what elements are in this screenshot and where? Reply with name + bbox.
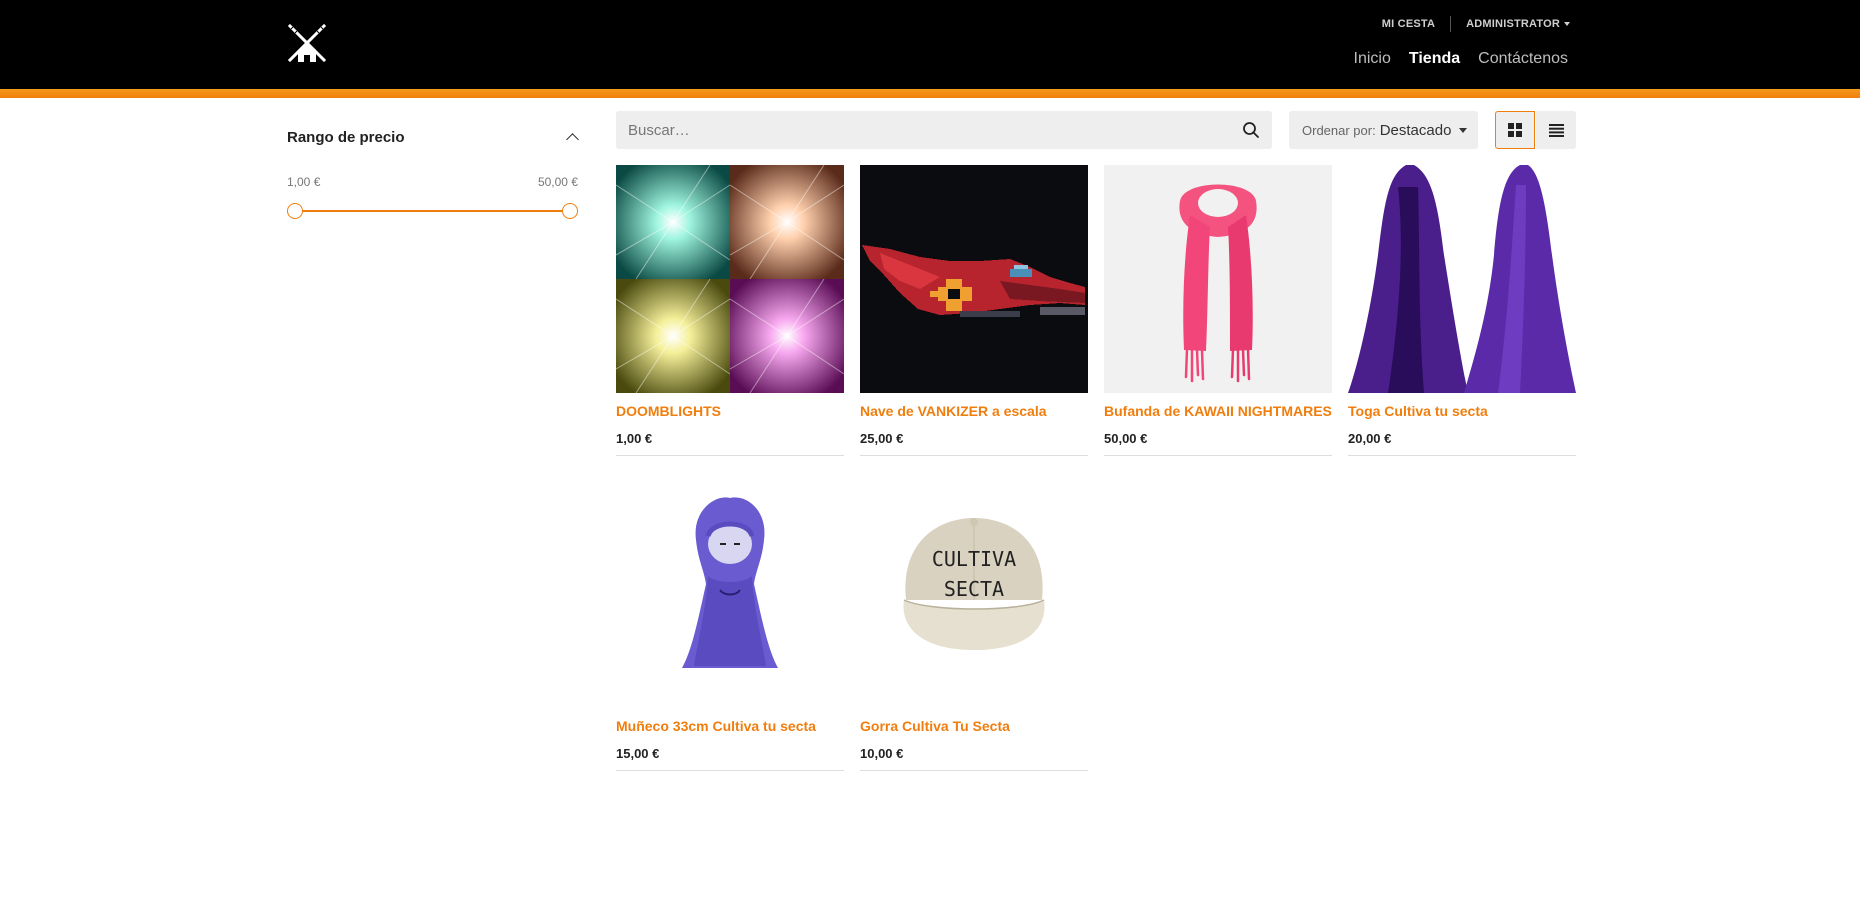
price-filter-toggle[interactable]: Rango de precio	[287, 124, 578, 150]
nav-tienda[interactable]: Tienda	[1409, 50, 1460, 68]
product-name[interactable]: Toga Cultiva tu secta	[1348, 403, 1576, 419]
grid-view-button[interactable]	[1495, 111, 1535, 149]
sort-prefix: Ordenar por:	[1302, 122, 1376, 138]
utility-divider	[1450, 16, 1452, 32]
price-filter-title: Rango de precio	[287, 128, 405, 146]
product-divider	[1104, 455, 1332, 456]
top-header: MI CESTA ADMINISTRATOR Inicio Tienda Con…	[0, 0, 1860, 89]
product-name[interactable]: DOOMBLIGHTS	[616, 403, 844, 419]
search-bar	[616, 111, 1272, 149]
product-divider	[860, 455, 1088, 456]
product-card: DOOMBLIGHTS 1,00 €	[616, 165, 844, 456]
admin-user-menu[interactable]: ADMINISTRATOR	[1466, 18, 1570, 30]
list-view-button[interactable]	[1536, 111, 1576, 149]
nav-contactenos[interactable]: Contáctenos	[1478, 50, 1568, 68]
product-price: 50,00 €	[1104, 431, 1148, 446]
cap-print-line-1: CULTIVA	[932, 547, 1016, 571]
product-name[interactable]: Bufanda de KAWAII NIGHTMARES	[1104, 403, 1332, 419]
header-accent-bar	[0, 89, 1860, 98]
nav-inicio[interactable]: Inicio	[1354, 50, 1391, 68]
price-range-labels: 1,00 € 50,00 €	[287, 175, 578, 189]
product-image-purple-plush[interactable]	[616, 480, 844, 708]
product-card: Bufanda de KAWAII NIGHTMARES 50,00 €	[1104, 165, 1332, 456]
product-price: 1,00 €	[616, 431, 653, 446]
product-divider	[616, 455, 844, 456]
product-price: 15,00 €	[616, 746, 660, 761]
list-icon	[1548, 123, 1564, 137]
product-card: CULTIVA SECTA Gorra Cultiva Tu Secta 10,…	[860, 480, 1088, 771]
product-price: 25,00 €	[860, 431, 904, 446]
product-card: Nave de VANKIZER a escala 25,00 €	[860, 165, 1088, 456]
cap-print-line-2: SECTA	[944, 577, 1004, 601]
slider-min-handle[interactable]	[287, 203, 303, 219]
admin-user-label: ADMINISTRATOR	[1466, 18, 1560, 30]
product-name[interactable]: Nave de VANKIZER a escala	[860, 403, 1088, 419]
windmill-logo[interactable]	[286, 22, 328, 64]
product-image-beige-cap[interactable]: CULTIVA SECTA	[860, 480, 1088, 708]
product-image-vankizer-ship[interactable]	[860, 165, 1088, 393]
product-divider	[1348, 455, 1576, 456]
sort-value: Destacado	[1379, 121, 1452, 139]
filter-sidebar: Rango de precio 1,00 € 50,00 €	[287, 124, 578, 221]
product-divider	[860, 770, 1088, 771]
price-min-label: 1,00 €	[287, 175, 321, 189]
product-price: 10,00 €	[860, 746, 904, 761]
search-button[interactable]	[1230, 111, 1272, 149]
main-nav: Inicio Tienda Contáctenos	[1354, 50, 1568, 68]
product-image-purple-robes[interactable]	[1348, 165, 1576, 393]
my-cart-link[interactable]: MI CESTA	[1382, 18, 1435, 30]
chevron-up-icon	[566, 131, 578, 143]
product-card: Muñeco 33cm Cultiva tu secta 15,00 €	[616, 480, 844, 771]
search-input[interactable]	[616, 111, 1230, 149]
product-card: Toga Cultiva tu secta 20,00 €	[1348, 165, 1576, 456]
utility-nav: MI CESTA ADMINISTRATOR	[1382, 16, 1570, 32]
product-name[interactable]: Gorra Cultiva Tu Secta	[860, 718, 1088, 734]
product-name[interactable]: Muñeco 33cm Cultiva tu secta	[616, 718, 844, 734]
price-range-slider[interactable]	[287, 201, 578, 221]
slider-max-handle[interactable]	[562, 203, 578, 219]
view-mode-toggle	[1495, 111, 1576, 149]
product-divider	[616, 770, 844, 771]
search-icon	[1243, 122, 1259, 138]
grid-icon	[1508, 123, 1522, 137]
slider-track	[295, 210, 570, 212]
sort-dropdown[interactable]: Ordenar por: Destacado	[1289, 111, 1478, 149]
product-price: 20,00 €	[1348, 431, 1392, 446]
price-max-label: 50,00 €	[537, 175, 578, 189]
caret-down-icon	[1564, 22, 1570, 27]
caret-down-icon	[1459, 127, 1468, 133]
product-image-doomblights[interactable]	[616, 165, 844, 393]
product-image-pink-scarf[interactable]	[1104, 165, 1332, 393]
